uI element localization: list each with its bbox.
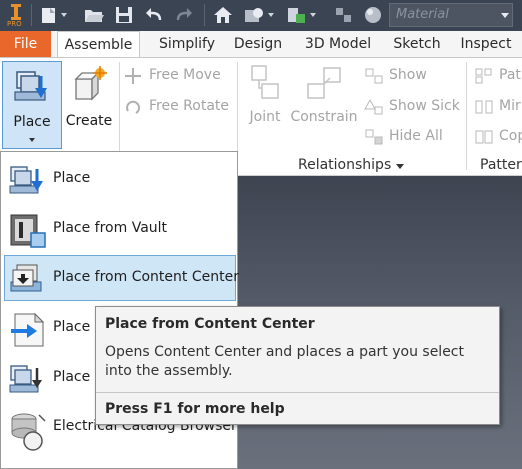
chevron-down-icon	[29, 138, 35, 142]
pattern-button[interactable]: Pat	[472, 65, 522, 87]
tab-design[interactable]: Design	[229, 31, 287, 57]
pattern-panel-label[interactable]: Patter	[480, 157, 522, 173]
show-button[interactable]: Show	[362, 65, 462, 87]
panel-divider	[466, 62, 467, 170]
joint-label: Joint	[249, 109, 281, 125]
free-rotate-button[interactable]: Free Rotate	[122, 96, 232, 118]
relationships-panel-label[interactable]: Relationships	[298, 157, 391, 173]
create-button[interactable]: Create	[64, 61, 114, 135]
mirror-button-label: Mir	[499, 98, 521, 114]
tooltip-help-hint: Press F1 for more help	[105, 401, 285, 417]
app-badge: PRO	[7, 20, 22, 28]
constrain-label: Constrain	[290, 109, 358, 125]
menu-item-place-from-content-center[interactable]: Place from Content Center	[4, 255, 239, 301]
tab-simplify[interactable]: Simplify	[150, 31, 224, 57]
chevron-down-icon[interactable]	[396, 164, 404, 169]
pattern-icon	[475, 68, 492, 84]
hide-all-icon	[365, 129, 383, 145]
place-ilogic-icon	[9, 365, 42, 393]
place-component-icon	[14, 71, 47, 101]
app-logo-icon[interactable]: PRO	[4, 1, 28, 29]
tab-3d-model[interactable]: 3D Model	[298, 31, 378, 57]
tab-sketch[interactable]: Sketch	[389, 31, 445, 57]
vault-icon	[10, 214, 46, 248]
joint-button[interactable]: Joint	[242, 64, 288, 134]
appearance-dropdown-caret[interactable]	[268, 13, 274, 17]
menu-item-label: Place from Vault	[53, 220, 168, 236]
menu-item-label: Place I	[53, 319, 99, 335]
material-select[interactable]: Material	[389, 3, 513, 27]
free-rotate-label: Free Rotate	[149, 98, 229, 114]
update-icon[interactable]	[285, 5, 307, 25]
create-button-label: Create	[65, 113, 113, 129]
free-move-button[interactable]: Free Move	[122, 65, 232, 87]
undo-icon[interactable]	[144, 5, 164, 25]
new-file-icon[interactable]	[39, 5, 59, 25]
place-button[interactable]: Place	[2, 61, 62, 149]
mirror-button[interactable]: Mir	[472, 96, 522, 118]
update-dropdown-caret[interactable]	[310, 13, 316, 17]
free-rotate-icon	[126, 100, 141, 114]
copy-button[interactable]: Cop	[472, 126, 522, 148]
toolbar-separator	[204, 4, 205, 26]
show-sick-label: Show Sick	[389, 98, 460, 114]
free-move-icon	[125, 68, 141, 84]
copy-icon	[475, 130, 493, 144]
new-dropdown-caret[interactable]	[61, 13, 67, 17]
toolbar-separator	[31, 4, 32, 26]
menu-item-place[interactable]: Place	[4, 156, 236, 202]
electrical-catalog-icon	[11, 413, 46, 451]
tooltip-title: Place from Content Center	[105, 316, 315, 332]
quick-access-toolbar: PRO Material	[0, 0, 522, 32]
save-icon[interactable]	[114, 5, 134, 25]
tooltip-description: Opens Content Center and places a part y…	[105, 344, 464, 379]
tooltip: Place from Content Center Opens Content …	[95, 306, 500, 425]
tab-file[interactable]: File	[0, 31, 51, 57]
menu-item-label: Place i	[53, 369, 99, 385]
free-move-label: Free Move	[149, 67, 221, 83]
show-relationships-icon	[365, 68, 383, 84]
place-component-icon	[9, 166, 43, 194]
hide-all-button[interactable]: Hide All	[362, 126, 462, 148]
tooltip-divider	[96, 392, 499, 393]
material-select-value: Material	[396, 7, 449, 22]
menu-item-place-from-vault[interactable]: Place from Vault	[4, 206, 236, 252]
joint-icon	[251, 65, 279, 99]
constrain-icon	[307, 67, 341, 99]
place-button-label: Place	[13, 114, 51, 130]
constrain-button[interactable]: Constrain	[290, 64, 358, 134]
select-filter-icon[interactable]	[333, 5, 355, 25]
appearance-icon[interactable]	[243, 5, 265, 25]
home-icon[interactable]	[213, 5, 233, 25]
show-sick-icon	[364, 98, 383, 115]
open-folder-icon[interactable]	[83, 5, 105, 25]
tab-assemble[interactable]: Assemble	[57, 31, 140, 58]
chevron-down-icon	[501, 13, 509, 18]
menu-item-label: Place	[53, 170, 91, 186]
copy-button-label: Cop	[499, 128, 522, 144]
hide-all-label: Hide All	[389, 128, 443, 144]
tab-inspect[interactable]: Inspect	[456, 31, 516, 57]
content-center-icon	[10, 264, 42, 292]
pattern-button-label: Pat	[499, 67, 521, 83]
create-component-icon	[74, 66, 107, 101]
import-cad-icon	[11, 312, 45, 347]
menu-item-label: Place from Content Center	[53, 269, 239, 285]
material-sphere-icon[interactable]	[363, 5, 383, 25]
redo-icon[interactable]	[174, 5, 194, 25]
ribbon-tab-bar: File Assemble Simplify Design 3D Model S…	[0, 31, 522, 58]
show-sick-button[interactable]: Show Sick	[362, 96, 462, 118]
show-label: Show	[389, 67, 427, 83]
mirror-icon	[475, 100, 493, 114]
